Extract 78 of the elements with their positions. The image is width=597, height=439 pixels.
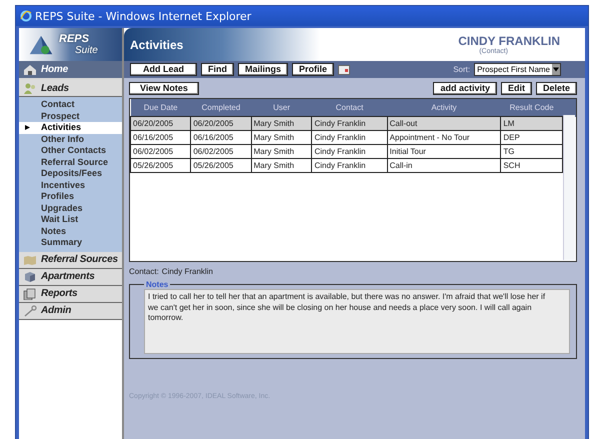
sort-label: Sort:: [453, 65, 470, 74]
logo-subtext: Suite: [74, 44, 98, 56]
table-cell: 05/26/2005: [130, 158, 191, 172]
sidebar-item[interactable]: Wait List: [19, 214, 122, 226]
column-header[interactable]: Result Code: [500, 99, 562, 116]
table-cell: Cindy Franklin: [312, 130, 388, 144]
house-icon: [23, 64, 37, 76]
sidebar-item[interactable]: Upgrades: [19, 202, 122, 214]
column-header[interactable]: Completed: [190, 99, 252, 116]
key-icon: [23, 304, 37, 316]
toolbar-button[interactable]: Mailings: [238, 63, 288, 76]
table-cell: Cindy Franklin: [312, 144, 388, 158]
table-cell: Mary Smith: [251, 158, 312, 172]
table-cell: SCH: [500, 158, 562, 172]
sidebar-section[interactable]: Admin: [19, 302, 122, 320]
table-cell: Appointment - No Tour: [387, 130, 501, 144]
page-title: Activities: [130, 38, 184, 52]
view-notes-button[interactable]: View Notes: [129, 82, 199, 95]
table-cell: 06/02/2005: [190, 144, 252, 158]
sidebar-section[interactable]: Reports: [19, 286, 122, 302]
pointer-icon: [25, 125, 30, 130]
action-button[interactable]: add activity: [433, 82, 497, 95]
table-cell: Cindy Franklin: [312, 116, 388, 130]
contact-label: Contact:: [129, 267, 159, 276]
sidebar-item[interactable]: Contact: [19, 99, 122, 110]
table-cell: 06/20/2005: [130, 116, 191, 130]
sidebar-section[interactable]: Leads: [19, 80, 122, 97]
scrollbar[interactable]: [563, 115, 575, 260]
table-cell: 06/16/2005: [190, 130, 252, 144]
table-cell: TG: [500, 144, 562, 158]
table-cell: DEP: [500, 130, 562, 144]
table-cell: Mary Smith: [251, 116, 312, 130]
sidebar-item[interactable]: Profiles: [19, 191, 122, 202]
calendar-icon[interactable]: [338, 64, 350, 74]
sidebar-item[interactable]: Notes: [19, 226, 122, 237]
column-header[interactable]: Contact: [312, 99, 388, 116]
sidebar-item[interactable]: Other Contacts: [19, 145, 122, 156]
column-header[interactable]: User: [251, 99, 312, 116]
table-cell: Call-out: [387, 116, 501, 130]
people-icon: [23, 82, 37, 94]
table-cell: 06/20/2005: [190, 116, 252, 130]
sidebar-section[interactable]: Apartments: [19, 268, 122, 286]
notes-legend: Notes: [144, 280, 170, 289]
column-header[interactable]: Due Date: [130, 99, 191, 116]
sidebar-item[interactable]: Other Info: [19, 134, 122, 145]
table-cell: Initial Tour: [387, 144, 501, 158]
contact-name: CINDY FRANKLIN: [458, 34, 560, 48]
notes-field[interactable]: I tried to call her to tell her that an apartment is available, but there was no answer. I'm afraid that we'll lose her if we can't get her in soon, since she will be closing on her house and needs a place very soon. I will call again tomorrow.: [144, 289, 570, 354]
contact-value: Cindy Franklin: [162, 267, 213, 276]
action-button[interactable]: Edit: [500, 82, 532, 95]
cube-icon: [23, 270, 37, 282]
map-icon: [23, 254, 37, 266]
table-cell: Cindy Franklin: [312, 158, 388, 172]
toolbar-button[interactable]: Profile: [292, 63, 334, 76]
table-cell: 06/16/2005: [130, 130, 191, 144]
table-cell: Mary Smith: [251, 130, 312, 144]
action-button[interactable]: Delete: [536, 82, 577, 95]
sidebar-section[interactable]: Referral Sources: [19, 252, 122, 268]
documents-icon: [23, 288, 37, 300]
sidebar-item[interactable]: Referral Source: [19, 156, 122, 168]
logo-text: REPS: [59, 34, 90, 44]
table-cell: LM: [500, 116, 562, 130]
sidebar-item[interactable]: Incentives: [19, 180, 122, 191]
sidebar-item[interactable]: Summary: [19, 237, 122, 248]
table-cell: Mary Smith: [251, 144, 312, 158]
sidebar-item[interactable]: Prospect: [19, 110, 122, 122]
table-cell: 05/26/2005: [190, 158, 252, 172]
sort-dropdown[interactable]: Prospect First Name: [474, 63, 561, 76]
table-cell: 06/02/2005: [130, 144, 191, 158]
column-header[interactable]: Activity: [387, 99, 501, 116]
table-cell: Call-in: [387, 158, 501, 172]
sidebar-item[interactable]: Deposits/Fees: [19, 168, 122, 180]
toolbar-button[interactable]: Find: [201, 63, 234, 76]
window-title: REPS Suite - Windows Internet Explorer: [35, 10, 252, 22]
toolbar-button[interactable]: Add Lead: [130, 63, 198, 76]
sidebar-section[interactable]: Home: [19, 61, 122, 80]
sidebar-item[interactable]: Activities: [19, 122, 122, 134]
browser-logo-icon: [20, 10, 32, 22]
